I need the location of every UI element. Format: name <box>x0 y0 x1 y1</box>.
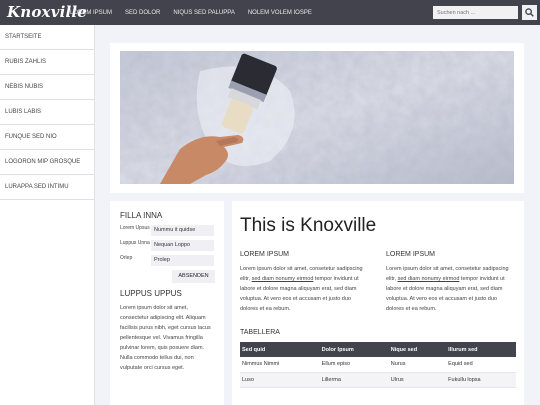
search-icon <box>525 8 534 17</box>
table-cell: Ellum episo <box>319 357 389 373</box>
table-row: Luso Lillerma Ulrus Fukullu lopsa <box>240 372 516 388</box>
nav-link-niqus-sed-paluppa[interactable]: NIQUS SED PALUPPA <box>173 10 234 16</box>
filter-label-orlep: Orlep <box>120 255 133 261</box>
hero-panel <box>110 43 524 193</box>
hero-image-paint-brush-on-wall <box>120 51 514 184</box>
sidebar-item-logoron-mip-grosque[interactable]: LOGORON MIP GROSQUE <box>0 150 94 175</box>
table-cell: Fukullu lopsa <box>446 372 516 388</box>
filter-row: Orlep Prolep <box>120 255 214 266</box>
nav-link-sed-dolor[interactable]: SED DOLOR <box>125 10 160 16</box>
table-row: Nimmus Nimmi Ellum episo Nurus Equid sed <box>240 357 516 373</box>
sidebar-item-nebis-nubis[interactable]: NEBIS NUBIS <box>0 75 94 100</box>
main-nav: LOREM IPSUM SED DOLOR NIQUS SED PALUPPA … <box>70 0 325 25</box>
table-cell: Nimmus Nimmi <box>240 357 320 373</box>
table-cell: Luso <box>240 372 320 388</box>
table-header-cell[interactable]: Dolor Ipsum <box>319 342 389 357</box>
search-button[interactable] <box>522 5 537 20</box>
section-paragraph: Lorem ipsum dolor sit amet, consectetur … <box>120 305 211 371</box>
sidebar-item-startseite[interactable]: STARTSEITE <box>0 25 94 50</box>
sidebar-item-funque-sed-nio[interactable]: FUNQUE SED NIO <box>0 125 94 150</box>
section-title-luppus-uppus: LUPPUS UPPUS <box>120 289 182 298</box>
filter-field-lorem-upsus[interactable]: Nummu it quidse <box>151 225 214 236</box>
content-column-left: LOREM IPSUM Lorem ipsum dolor sit amet, … <box>240 251 368 314</box>
nav-link-lorem-ipsum[interactable]: LOREM IPSUM <box>70 10 112 16</box>
table-cell: Nurus <box>388 357 447 373</box>
data-table: Sed quid Dolor Ipsum Nique sed Illurum s… <box>240 342 516 388</box>
column-heading: LOREM IPSUM <box>386 251 436 258</box>
table-cell: Ulrus <box>388 372 447 388</box>
table-header-cell[interactable]: Sed quid <box>240 342 320 357</box>
filter-row: Lorem Upsus Nummu it quidse <box>120 225 214 236</box>
table-header-cell[interactable]: Illurum sed <box>446 342 516 357</box>
filter-field-luppus-unna[interactable]: Nequan Loppo <box>151 240 214 251</box>
filter-panel: FILLA INNA Lorem Upsus Nummu it quidse L… <box>110 201 224 405</box>
sidebar-item-rubis-zahlis[interactable]: RUBIS ZAHLIS <box>0 50 94 75</box>
column-heading: LOREM IPSUM <box>240 251 290 258</box>
filter-title: FILLA INNA <box>120 211 163 220</box>
table-cell: Lillerma <box>319 372 389 388</box>
table-header-cell[interactable]: Nique sed <box>388 342 447 357</box>
inline-link[interactable]: sed diam nonumy eirmod <box>252 276 314 282</box>
table-title: TABELLERA <box>240 329 280 336</box>
table-cell: Equid sed <box>446 357 516 373</box>
column-paragraph: Lorem ipsum dolor sit amet, consetetur s… <box>386 266 509 312</box>
sidebar: STARTSEITE RUBIS ZAHLIS NEBIS NUBIS LUBI… <box>0 25 95 405</box>
submit-button[interactable]: ABSENDEN <box>172 270 215 283</box>
table-header-row: Sed quid Dolor Ipsum Nique sed Illurum s… <box>240 342 516 357</box>
page-title: This is Knoxville <box>240 215 377 236</box>
search-input[interactable] <box>433 6 518 19</box>
filter-row: Luppus Unna Nequan Loppo <box>120 240 214 251</box>
nav-link-nolem-volem-iospe[interactable]: NOLEM VOLEM IOSPE <box>248 10 312 16</box>
sidebar-item-lurappa-sed-intimu[interactable]: LURAPPA SED INTIMU <box>0 175 94 200</box>
filter-label-lorem-upsus: Lorem Upsus <box>120 225 150 231</box>
filter-field-orlep[interactable]: Prolep <box>151 255 214 266</box>
sidebar-item-lubis-labis[interactable]: LUBIS LABIS <box>0 100 94 125</box>
column-paragraph: Lorem ipsum dolor sit amet, consetetur s… <box>240 266 363 312</box>
content-column-right: LOREM IPSUM Lorem ipsum dolor sit amet, … <box>386 251 514 314</box>
filter-label-luppus-unna: Luppus Unna <box>120 240 150 246</box>
inline-link[interactable]: sed diam nonumy eirmod <box>398 276 460 282</box>
top-navigation-bar: Knoxville LOREM IPSUM SED DOLOR NIQUS SE… <box>0 0 540 25</box>
